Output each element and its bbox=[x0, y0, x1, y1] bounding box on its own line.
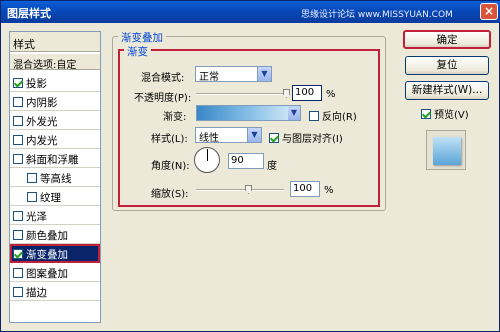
checkbox-icon[interactable] bbox=[13, 287, 23, 297]
style-item-label: 渐变叠加 bbox=[26, 249, 68, 261]
chevron-down-icon: ▼ bbox=[247, 128, 261, 142]
opacity-input[interactable]: 100 bbox=[292, 85, 322, 101]
preview-label: 预览(V) bbox=[434, 110, 469, 121]
blend-options-item[interactable]: 混合选项:自定 bbox=[10, 54, 100, 71]
checkbox-icon bbox=[421, 109, 431, 119]
style-item[interactable]: 渐变叠加 bbox=[10, 244, 100, 263]
scale-label: 缩放(S): bbox=[151, 189, 189, 200]
gradient-picker[interactable] bbox=[196, 105, 299, 121]
ok-button[interactable]: 确定 bbox=[403, 30, 491, 49]
reset-button[interactable]: 复位 bbox=[405, 56, 489, 75]
opacity-label: 不透明度(P): bbox=[134, 93, 192, 104]
checkbox-icon[interactable] bbox=[13, 97, 23, 107]
style-value: 线性 bbox=[199, 133, 219, 144]
reverse-label: 反向(R) bbox=[322, 112, 357, 123]
blend-mode-value: 正常 bbox=[199, 72, 219, 83]
checkbox-icon[interactable] bbox=[27, 192, 37, 202]
style-item-label: 颜色叠加 bbox=[26, 230, 68, 242]
chevron-down-icon: ▼ bbox=[257, 67, 271, 81]
style-label: 样式(L): bbox=[151, 134, 188, 145]
align-label: 与图层对齐(I) bbox=[282, 134, 343, 145]
checkbox-icon[interactable] bbox=[13, 116, 23, 126]
style-item[interactable]: 描边 bbox=[10, 282, 100, 301]
style-item[interactable]: 光泽 bbox=[10, 206, 100, 225]
scale-slider[interactable] bbox=[196, 189, 284, 191]
style-item-label: 描边 bbox=[26, 287, 47, 299]
style-item-label: 内发光 bbox=[26, 135, 58, 147]
checkbox-icon[interactable] bbox=[13, 154, 23, 164]
opacity-slider[interactable] bbox=[196, 93, 286, 95]
preview-thumbnail bbox=[426, 130, 466, 170]
scale-unit: % bbox=[324, 185, 334, 196]
style-item-label: 等高线 bbox=[40, 173, 72, 185]
style-item[interactable]: 图案叠加 bbox=[10, 263, 100, 282]
align-with-layer-checkbox[interactable]: 与图层对齐(I) bbox=[269, 130, 343, 145]
gradient-dropdown[interactable]: ▼ bbox=[288, 105, 301, 121]
style-select[interactable]: 线性 ▼ bbox=[195, 127, 262, 144]
title-bar: 图层样式 思缘设计论坛 www.MISSYUAN.COM × bbox=[1, 1, 500, 23]
style-item[interactable]: 内发光 bbox=[10, 130, 100, 149]
style-item-label: 纹理 bbox=[40, 192, 61, 204]
checkbox-icon[interactable] bbox=[13, 135, 23, 145]
style-item[interactable]: 颜色叠加 bbox=[10, 225, 100, 244]
style-item-label: 投影 bbox=[26, 78, 47, 90]
angle-label: 角度(N): bbox=[151, 161, 190, 172]
style-item[interactable]: 内阴影 bbox=[10, 92, 100, 111]
angle-input[interactable]: 90 bbox=[228, 153, 264, 169]
scale-input[interactable]: 100 bbox=[290, 181, 320, 197]
style-item-label: 外发光 bbox=[26, 116, 58, 128]
style-item[interactable]: 纹理 bbox=[10, 187, 100, 206]
angle-unit: 度 bbox=[267, 161, 277, 172]
checkbox-icon[interactable] bbox=[13, 268, 23, 278]
style-item[interactable]: 投影 bbox=[10, 73, 100, 92]
checkbox-icon bbox=[269, 133, 279, 143]
reverse-checkbox[interactable]: 反向(R) bbox=[309, 108, 357, 123]
window-title: 图层样式 bbox=[7, 7, 51, 20]
style-item[interactable]: 外发光 bbox=[10, 111, 100, 130]
checkbox-icon[interactable] bbox=[13, 230, 23, 240]
preview-checkbox[interactable]: 预览(V) bbox=[421, 106, 469, 121]
checkbox-icon[interactable] bbox=[27, 173, 37, 183]
watermark: 思缘设计论坛 www.MISSYUAN.COM bbox=[301, 10, 453, 20]
checkbox-icon[interactable] bbox=[13, 249, 23, 259]
gradient-overlay-title: 渐变叠加 bbox=[118, 30, 166, 45]
opacity-unit: % bbox=[326, 89, 336, 100]
style-item[interactable]: 等高线 bbox=[10, 168, 100, 187]
style-item-label: 内阴影 bbox=[26, 97, 58, 109]
close-button[interactable]: × bbox=[480, 3, 498, 20]
angle-dial[interactable] bbox=[194, 147, 220, 173]
styles-list: 样式 混合选项:自定 投影内阴影外发光内发光斜面和浮雕等高线纹理光泽颜色叠加渐变… bbox=[9, 31, 101, 323]
styles-header[interactable]: 样式 bbox=[10, 32, 100, 52]
preview-swatch bbox=[433, 137, 461, 165]
style-item-label: 图案叠加 bbox=[26, 268, 68, 280]
chevron-down-icon: ▼ bbox=[288, 106, 300, 120]
layer-style-dialog: 图层样式 思缘设计论坛 www.MISSYUAN.COM × 样式 混合选项:自… bbox=[0, 0, 500, 332]
checkbox-icon[interactable] bbox=[13, 211, 23, 221]
new-style-button[interactable]: 新建样式(W)... bbox=[405, 81, 489, 100]
style-item-label: 斜面和浮雕 bbox=[26, 154, 79, 166]
gradient-subtitle: 渐变 bbox=[124, 44, 151, 59]
style-item[interactable]: 斜面和浮雕 bbox=[10, 149, 100, 168]
gradient-label: 渐变: bbox=[163, 112, 187, 123]
style-item-label: 光泽 bbox=[26, 211, 47, 223]
blend-mode-select[interactable]: 正常 ▼ bbox=[195, 66, 272, 83]
blend-mode-label: 混合模式: bbox=[141, 73, 185, 84]
checkbox-icon[interactable] bbox=[13, 78, 23, 88]
checkbox-icon bbox=[309, 111, 319, 121]
